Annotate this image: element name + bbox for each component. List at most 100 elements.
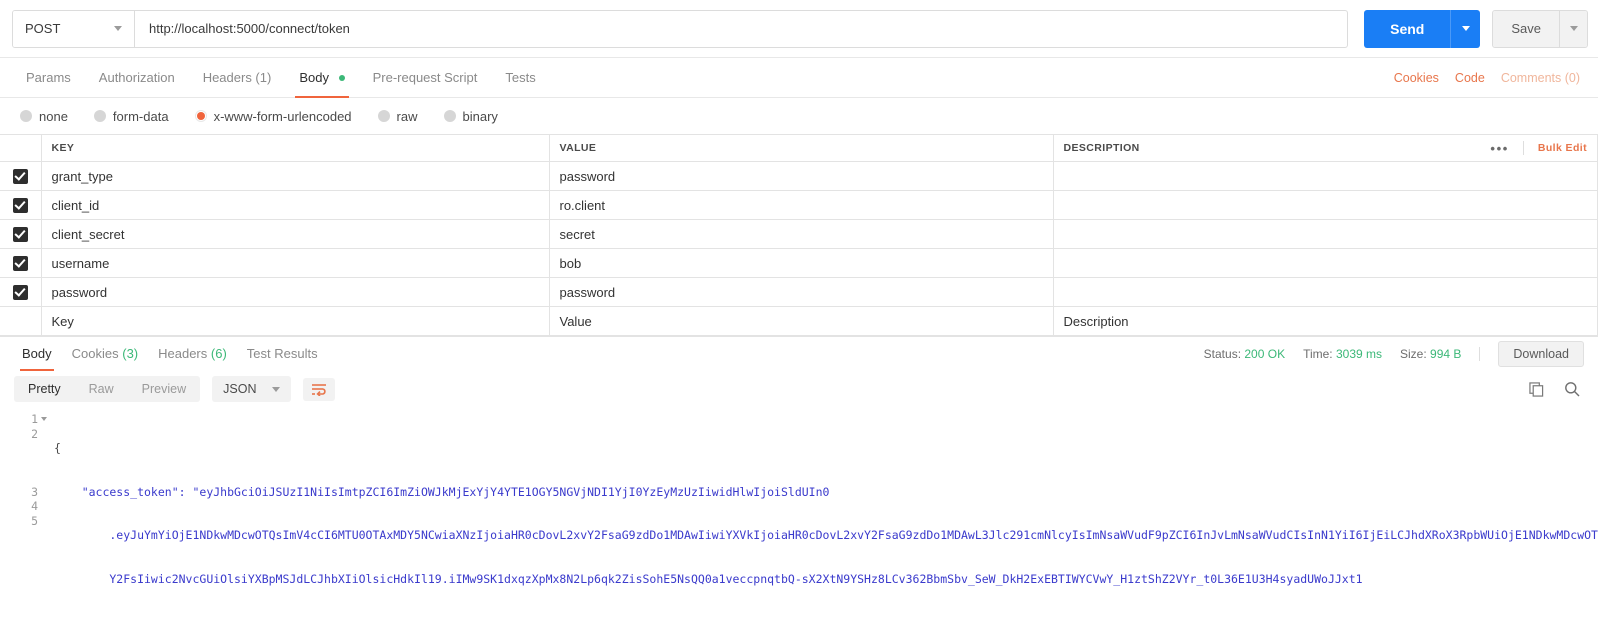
response-tab-body[interactable]: Body	[12, 337, 62, 371]
new-row-description-input[interactable]: Description	[1053, 306, 1598, 336]
search-icon	[1565, 382, 1580, 397]
request-url-bar: POST Send Save	[0, 0, 1598, 58]
divider	[1522, 141, 1524, 155]
body-type-form-data[interactable]: form-data	[93, 108, 169, 124]
response-tab-cookies[interactable]: Cookies (3)	[62, 337, 148, 371]
row-description[interactable]	[1053, 161, 1598, 191]
view-mode-pretty[interactable]: Pretty	[14, 376, 75, 402]
row-description[interactable]	[1053, 277, 1598, 307]
new-row-value-input[interactable]: Value	[549, 306, 1054, 336]
send-button-group: Send	[1364, 9, 1481, 48]
tab-label: Headers (1)	[202, 69, 272, 85]
line-number-spacer	[0, 441, 38, 456]
http-method-select[interactable]: POST	[13, 10, 135, 47]
header-description: DESCRIPTION	[1063, 142, 1140, 154]
table-placeholder-row: Key Value Description	[0, 306, 1598, 336]
time-label: Time:	[1303, 346, 1333, 361]
row-key[interactable]: client_secret	[41, 219, 550, 249]
chevron-down-icon	[1461, 26, 1470, 31]
request-tabs-actions: Cookies Code Comments (0)	[1394, 71, 1580, 85]
code-line-numbers: 1 2 3 4 5	[0, 412, 47, 588]
body-type-radio-group: none form-data x-www-form-urlencoded raw…	[0, 98, 1598, 134]
body-type-none[interactable]: none	[20, 109, 68, 124]
header-checkbox-cell	[0, 134, 42, 162]
wrap-lines-button[interactable]	[303, 377, 336, 401]
row-description[interactable]	[1053, 219, 1598, 249]
code-content[interactable]: { "access_token": "eyJhbGciOiJSUzI1NiIsI…	[44, 412, 1598, 588]
view-mode-preview[interactable]: Preview	[128, 376, 200, 402]
line-number[interactable]: 1	[0, 412, 47, 427]
copy-button[interactable]	[1529, 381, 1544, 397]
status-badge: Status: 200 OK	[1204, 347, 1285, 361]
save-button-group: Save	[1492, 9, 1588, 48]
table-more-options-icon[interactable]: •••	[1490, 141, 1508, 156]
body-type-binary[interactable]: binary	[443, 108, 498, 124]
chevron-down-icon	[114, 26, 122, 31]
radio-label: x-www-form-urlencoded	[213, 108, 352, 124]
radio-icon	[443, 110, 456, 122]
code-line: .eyJuYmYiOjE1NDkwMDcwOTQsImV4cCI6MTU0OTA…	[54, 528, 1598, 542]
table-row: username bob	[0, 248, 1598, 278]
response-body-code-viewer[interactable]: 1 2 3 4 5 { "access_token": "eyJhbGciOiJ…	[0, 408, 1598, 588]
row-value[interactable]: secret	[549, 219, 1054, 249]
radio-label: binary	[462, 108, 498, 124]
body-type-raw[interactable]: raw	[377, 109, 418, 124]
tab-params[interactable]: Params	[12, 58, 85, 98]
status-label: Status:	[1203, 346, 1242, 361]
tab-label: Tests	[505, 69, 536, 85]
save-button[interactable]: Save	[1493, 10, 1559, 47]
line-number-spacer	[0, 456, 38, 471]
row-checkbox[interactable]	[12, 256, 28, 272]
send-options-button[interactable]	[1450, 9, 1481, 48]
response-format-value: JSON	[223, 382, 257, 396]
row-key[interactable]: client_id	[41, 190, 550, 220]
row-checkbox[interactable]	[12, 198, 28, 214]
row-key[interactable]: grant_type	[41, 161, 550, 191]
tab-tests[interactable]: Tests	[491, 58, 549, 98]
row-checkbox[interactable]	[12, 227, 28, 243]
row-value[interactable]: ro.client	[549, 190, 1054, 220]
code-link[interactable]: Code	[1455, 71, 1485, 85]
code-line: "access_token": "eyJhbGciOiJSUzI1NiIsImt…	[54, 484, 830, 499]
search-button[interactable]	[1564, 381, 1580, 397]
response-tab-test-results[interactable]: Test Results	[237, 337, 328, 371]
response-tab-headers[interactable]: Headers (6)	[148, 337, 237, 371]
urlencoded-params-table: KEY VALUE DESCRIPTION ••• Bulk Edit gran…	[0, 134, 1598, 336]
row-description[interactable]	[1053, 190, 1598, 220]
row-checkbox[interactable]	[12, 285, 28, 301]
save-options-button[interactable]	[1559, 10, 1587, 47]
table-row: client_id ro.client	[0, 190, 1598, 220]
row-value[interactable]: bob	[549, 248, 1054, 278]
tab-pre-request-script[interactable]: Pre-request Script	[359, 58, 492, 98]
row-value[interactable]: password	[549, 277, 1054, 307]
tab-headers[interactable]: Headers (1)	[189, 58, 286, 98]
method-url-group: POST	[12, 9, 1349, 48]
row-value[interactable]: password	[549, 161, 1054, 191]
tab-count: (3)	[122, 345, 139, 361]
tab-label: Params	[26, 69, 71, 85]
row-key[interactable]: username	[41, 248, 550, 278]
response-format-select[interactable]: JSON	[212, 376, 292, 402]
row-key[interactable]: password	[41, 277, 550, 307]
tab-body[interactable]: Body	[285, 58, 358, 98]
tab-authorization[interactable]: Authorization	[85, 58, 189, 98]
row-description[interactable]	[1053, 248, 1598, 278]
download-button[interactable]: Download	[1498, 340, 1584, 367]
chevron-down-icon	[272, 386, 281, 392]
new-row-key-input[interactable]: Key	[41, 306, 550, 336]
bulk-edit-button[interactable]: Bulk Edit	[1538, 142, 1587, 154]
body-type-x-www-form-urlencoded[interactable]: x-www-form-urlencoded	[194, 108, 352, 124]
table-row: grant_type password	[0, 161, 1598, 191]
view-mode-raw[interactable]: Raw	[75, 376, 128, 402]
header-description-cell: DESCRIPTION ••• Bulk Edit	[1053, 134, 1598, 162]
tab-label: Headers	[158, 345, 208, 361]
comments-link[interactable]: Comments (0)	[1501, 71, 1580, 85]
radio-label: none	[39, 108, 68, 124]
row-checkbox[interactable]	[12, 169, 28, 185]
line-number: 4	[31, 499, 38, 513]
cookies-link[interactable]: Cookies	[1394, 71, 1439, 85]
radio-label: form-data	[112, 108, 169, 124]
request-url-input[interactable]	[135, 10, 1348, 47]
tab-label: Body	[299, 69, 329, 85]
send-button[interactable]: Send	[1364, 9, 1451, 48]
